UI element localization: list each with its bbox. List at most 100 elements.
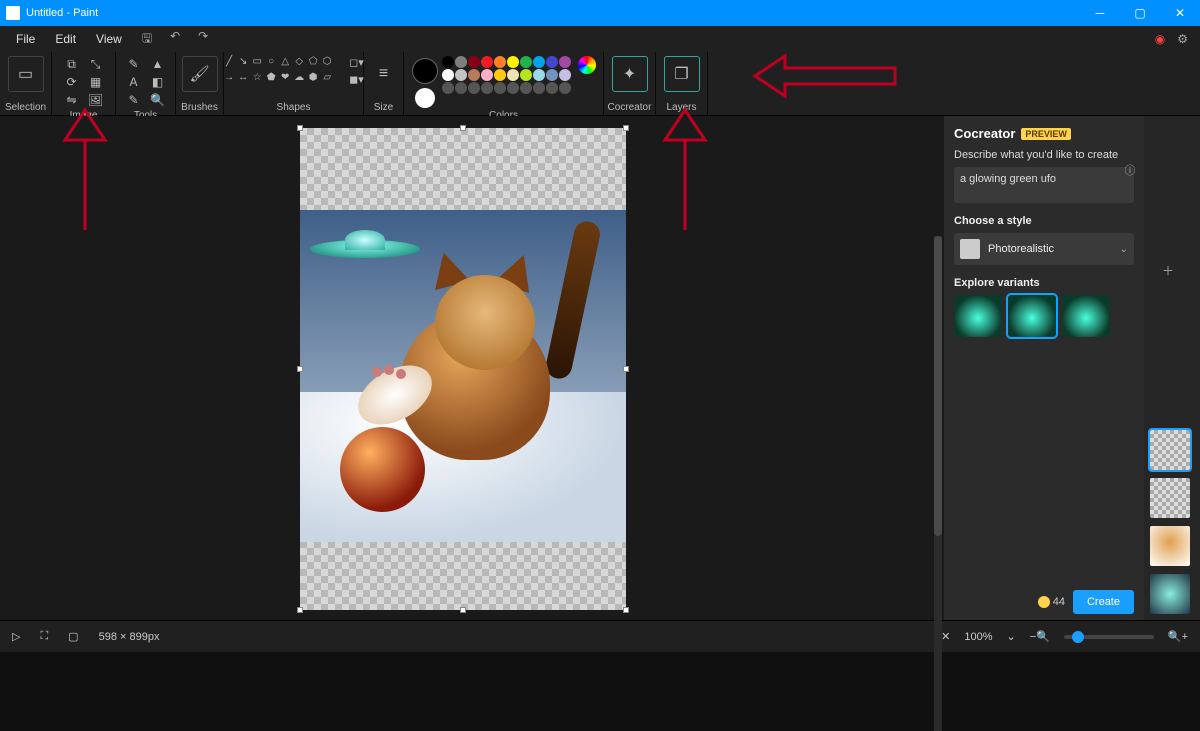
color-swatch[interactable]: [520, 56, 532, 68]
ribbon: ▭ Selection ⧉ ⤡ ⟳ ▦ ⇋ 🖼 Image ✎ ▲ A ◧ ✎ …: [0, 52, 1200, 116]
cocreator-button[interactable]: ✦: [612, 56, 648, 92]
magnify-icon[interactable]: 🔍: [149, 92, 167, 108]
shuffle-icon[interactable]: ✕: [941, 630, 950, 643]
maximize-button[interactable]: ▢: [1120, 0, 1160, 26]
color-swatch[interactable]: [481, 56, 493, 68]
text-icon[interactable]: A: [125, 74, 143, 90]
image-import-icon[interactable]: 🖼: [87, 92, 105, 108]
style-thumb-icon: [960, 239, 980, 259]
canvas-size-icon: ▢: [68, 630, 78, 643]
picker-icon[interactable]: ✎: [125, 92, 143, 108]
color-swatch[interactable]: [507, 82, 519, 94]
color-swatch[interactable]: [507, 69, 519, 81]
shape-outline-icon[interactable]: ◻▾: [349, 56, 364, 69]
chevron-down-icon: ⌄: [1120, 244, 1128, 255]
ufo-overlay: [310, 230, 420, 264]
shapes-gallery[interactable]: ╱↘▭○△◇⬠⬡ →↔☆⬟❤☁⬢▱: [223, 56, 343, 86]
remove-bg-icon[interactable]: ▦: [87, 74, 105, 90]
settings-icon[interactable]: ⚙: [1177, 32, 1188, 46]
color-swatch[interactable]: [559, 69, 571, 81]
color-swatch[interactable]: [481, 69, 493, 81]
flip-icon[interactable]: ⇋: [63, 92, 81, 108]
color-swatch[interactable]: [533, 69, 545, 81]
color-swatch[interactable]: [455, 69, 467, 81]
color-swatch[interactable]: [442, 82, 454, 94]
minimize-button[interactable]: ─: [1080, 0, 1120, 26]
variants-label: Explore variants: [954, 277, 1134, 289]
secondary-color[interactable]: [415, 88, 435, 108]
layer-thumb-1[interactable]: [1150, 430, 1190, 470]
style-label: Choose a style: [954, 215, 1134, 227]
color-swatch[interactable]: [455, 56, 467, 68]
variant-2[interactable]: [1008, 295, 1056, 337]
info-icon[interactable]: ⓘ: [1122, 162, 1138, 178]
redo-icon[interactable]: ↷: [198, 29, 208, 50]
color-swatch[interactable]: [468, 56, 480, 68]
artboard[interactable]: [300, 128, 626, 610]
title-bar: Untitled - Paint ─ ▢ ✕: [0, 0, 1200, 26]
group-label-selection: Selection: [5, 102, 46, 113]
group-label-brushes: Brushes: [181, 102, 218, 113]
eraser-icon[interactable]: ◧: [149, 74, 167, 90]
prompt-input[interactable]: a glowing green ufo: [954, 167, 1134, 203]
layer-thumb-2[interactable]: [1150, 478, 1190, 518]
layer-thumb-4[interactable]: [1150, 574, 1190, 614]
preview-badge: PREVIEW: [1021, 128, 1071, 140]
variant-1[interactable]: [954, 295, 1002, 337]
pencil-icon[interactable]: ✎: [125, 56, 143, 72]
color-swatch[interactable]: [559, 56, 571, 68]
add-layer-icon[interactable]: ＋: [1162, 262, 1182, 282]
color-swatch[interactable]: [520, 82, 532, 94]
style-select[interactable]: Photorealistic ⌄: [954, 233, 1134, 265]
app-icon: [6, 6, 20, 20]
canvas-area[interactable]: [0, 116, 944, 620]
undo-icon[interactable]: ↶: [170, 29, 180, 50]
color-swatch[interactable]: [546, 69, 558, 81]
zoom-slider[interactable]: [1064, 635, 1154, 639]
zoom-dropdown-icon[interactable]: ⌄: [1007, 630, 1016, 643]
menu-view[interactable]: View: [86, 32, 132, 46]
color-swatch[interactable]: [559, 82, 571, 94]
color-swatch[interactable]: [442, 69, 454, 81]
rotate-icon[interactable]: ⟳: [63, 74, 81, 90]
color-swatch[interactable]: [468, 69, 480, 81]
color-swatch[interactable]: [546, 82, 558, 94]
color-palette[interactable]: [442, 56, 572, 94]
resize-icon[interactable]: ⤡: [87, 56, 105, 72]
color-swatch[interactable]: [468, 82, 480, 94]
color-swatch[interactable]: [442, 56, 454, 68]
coin-icon: [1038, 596, 1050, 608]
menu-edit[interactable]: Edit: [45, 32, 86, 46]
color-swatch[interactable]: [520, 69, 532, 81]
fill-icon[interactable]: ▲: [149, 56, 167, 72]
canvas-dimensions: 598 × 899px: [99, 631, 160, 643]
edit-colors-icon[interactable]: [578, 56, 596, 74]
close-button[interactable]: ✕: [1160, 0, 1200, 26]
layer-thumb-3[interactable]: [1150, 526, 1190, 566]
crop-icon[interactable]: ⧉: [63, 56, 81, 72]
color-swatch[interactable]: [533, 82, 545, 94]
color-swatch[interactable]: [507, 56, 519, 68]
color-swatch[interactable]: [546, 56, 558, 68]
brush-tool[interactable]: 🖌: [182, 56, 218, 92]
color-swatch[interactable]: [533, 56, 545, 68]
save-icon[interactable]: 🖫: [142, 29, 152, 50]
zoom-out-icon[interactable]: −🔍: [1030, 630, 1050, 643]
zoom-in-icon[interactable]: 🔍+: [1168, 630, 1188, 643]
color-swatch[interactable]: [455, 82, 467, 94]
panel-scrollbar[interactable]: [934, 236, 942, 731]
color-swatch[interactable]: [494, 56, 506, 68]
menu-file[interactable]: File: [6, 32, 45, 46]
create-button[interactable]: Create: [1073, 590, 1134, 614]
selection-tool[interactable]: ▭: [8, 56, 44, 92]
layers-button[interactable]: ❐: [664, 56, 700, 92]
shape-fill-icon[interactable]: ◼▾: [349, 73, 364, 86]
group-label-layers: Layers: [666, 102, 696, 113]
record-icon[interactable]: ◉: [1155, 32, 1165, 46]
color-swatch[interactable]: [481, 82, 493, 94]
stroke-size[interactable]: ≡: [366, 56, 402, 92]
color-swatch[interactable]: [494, 82, 506, 94]
primary-color[interactable]: [412, 58, 438, 84]
variant-3[interactable]: [1062, 295, 1110, 337]
color-swatch[interactable]: [494, 69, 506, 81]
